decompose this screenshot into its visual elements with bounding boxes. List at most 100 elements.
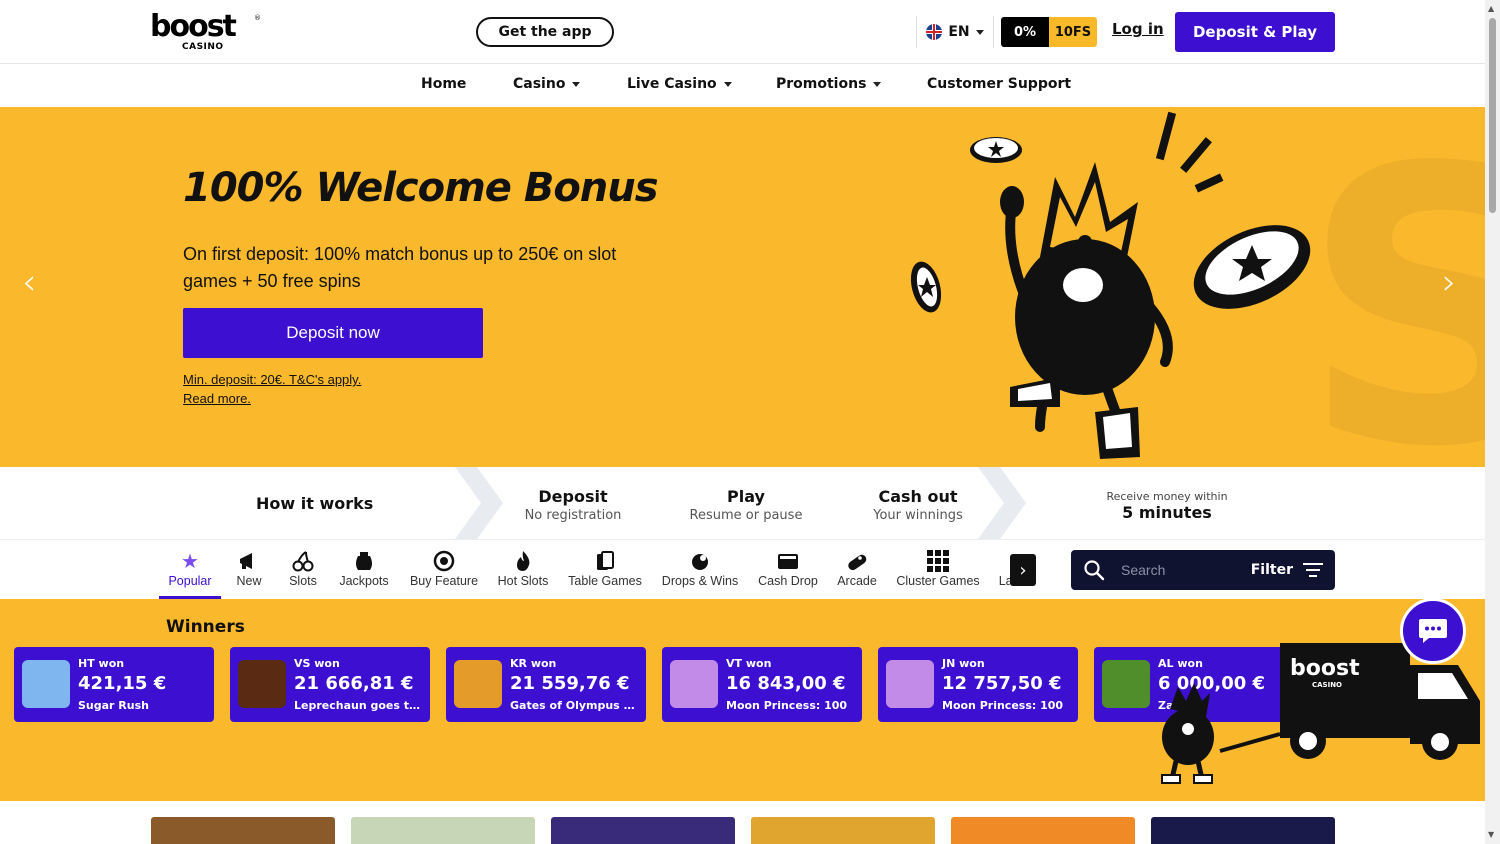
step-play: Play Resume or pause [686,487,806,523]
winner-game: Gates of Olympus Su... [510,699,638,712]
winner-game: Moon Princess: 100 [942,699,1064,712]
category-drops-wins[interactable]: Drops & Wins [659,548,741,588]
carousel-next-icon[interactable]: › [1442,262,1456,303]
step-deposit: Deposit No registration [513,487,633,523]
chevron-down-icon [572,81,581,87]
carousel-prev-icon[interactable]: ‹ [22,262,36,303]
category-arcade[interactable]: Arcade [834,548,880,588]
nav-live-casino-label: Live Casino [627,76,717,92]
chevron-down-icon [873,81,882,87]
category-popular[interactable]: ★ Popular [166,548,214,589]
game-tile[interactable] [351,817,535,844]
step-sub: Your winnings [873,508,963,523]
scroll-down-icon[interactable]: ▼ [1488,830,1494,839]
category-label: Cash Drop [758,574,818,588]
hero-description: On first deposit: 100% match bonus up to… [183,244,617,291]
winner-amount: 21 559,76 € [510,673,630,694]
category-hot-slots[interactable]: Hot Slots [495,548,551,588]
deposit-play-button[interactable]: Deposit & Play [1175,12,1335,52]
game-tile[interactable] [551,817,735,844]
category-label: Slots [289,574,317,588]
nav-promotions[interactable]: Promotions [776,76,882,92]
game-tile[interactable] [151,817,335,844]
chevron-right-icon[interactable]: › [1010,554,1036,586]
category-buy-feature[interactable]: Buy Feature [406,548,482,588]
uk-flag-icon [926,24,943,40]
scrollbar-thumb[interactable] [1489,18,1496,213]
login-link[interactable]: Log in [1112,20,1164,38]
category-jackpots[interactable]: Jackpots [336,548,392,588]
search-bar: Filter [1071,550,1335,590]
game-tile[interactable] [951,817,1135,844]
megaphone-icon [230,548,268,574]
category-label: New [236,574,262,588]
category-label: Arcade [837,574,877,588]
nav-home-label: Home [421,76,467,92]
nav-customer-support[interactable]: Customer Support [927,76,1071,92]
winner-card[interactable]: HT won 421,15 € Sugar Rush [14,647,214,722]
top-header: boost CASINO ® Get the app EN 0% 10FS Lo… [0,0,1485,64]
category-table-games[interactable]: Table Games [565,548,645,588]
winner-card[interactable]: VS won 21 666,81 € Leprechaun goes to ..… [230,647,430,722]
page-scrollbar[interactable]: ▲ ▼ [1485,0,1500,844]
hero-banner: S ‹ › 100% Welcome Bonus On first deposi… [0,107,1485,467]
star-icon: ★ [181,550,199,573]
filter-icon [1303,563,1323,577]
wallet-icon [756,548,820,574]
nav-home[interactable]: Home [421,76,466,92]
winner-card[interactable]: KR won 21 559,76 € Gates of Olympus Su..… [446,647,646,722]
search-input[interactable] [1121,562,1231,578]
chevron-down-icon [975,29,984,35]
truck-logo: boost [1290,656,1360,681]
nav-live-casino[interactable]: Live Casino [627,76,732,92]
filter-button[interactable]: Filter [1251,562,1323,578]
category-cluster-games[interactable]: Cluster Games [893,548,983,588]
bonus-percent: 0% [1001,17,1049,47]
winner-game: Leprechaun goes to ... [294,699,422,712]
gift-icon [659,548,741,574]
step-sub: No registration [524,508,622,523]
bonus-indicator[interactable]: 0% 10FS [1001,17,1097,47]
search-icon [1084,560,1105,581]
game-thumbnail [454,660,502,708]
winner-name: JN won [942,657,985,670]
game-thumbnail [238,660,286,708]
main-nav: Home Casino Live Casino Promotions Custo… [0,64,1485,107]
game-tile[interactable] [751,817,935,844]
boost-logo[interactable]: boost CASINO ® [150,9,261,54]
buy-icon [406,548,482,574]
deposit-now-button[interactable]: Deposit now [183,308,483,358]
game-thumbnail [22,660,70,708]
winner-card[interactable]: VT won 16 843,00 € Moon Princess: 100 [662,647,862,722]
winner-amount: 16 843,00 € [726,673,846,694]
get-app-button[interactable]: Get the app [476,17,614,47]
game-tile[interactable] [1151,817,1335,844]
game-thumbnail [886,660,934,708]
category-slots[interactable]: Slots [284,548,322,588]
gamepad-icon [834,548,880,574]
language-selector[interactable]: EN [916,16,994,48]
mascot-illustration [910,111,1311,459]
nav-casino[interactable]: Casino [513,76,581,92]
category-bar: ★ Popular New Slots Jackpots Buy Feature… [0,539,1485,599]
filter-label: Filter [1250,562,1293,578]
category-label: Jackpots [339,574,389,588]
chat-button[interactable] [1400,598,1466,664]
scroll-up-icon[interactable]: ▲ [1488,4,1494,13]
how-it-works-strip: How it works Deposit No registration Pla… [0,467,1485,539]
terms-link[interactable]: Min. deposit: 20€. T&C's apply. [183,372,361,387]
category-label: Table Games [568,574,642,588]
nav-promotions-label: Promotions [776,76,867,92]
step-sub: Resume or pause [689,508,803,523]
read-more-link[interactable]: Read more. [183,391,251,406]
hero-title: 100% Welcome Bonus [183,165,659,211]
logo-wordmark: boost [150,9,237,44]
moneybag-icon [336,548,392,574]
nav-support-label: Customer Support [927,76,1072,92]
category-new[interactable]: New [230,548,268,588]
truck-logo-sub: CASINO [1312,681,1342,689]
winner-name: KR won [510,657,557,670]
step-receive: Receive money within 5 minutes [1097,488,1237,522]
winner-card[interactable]: JN won 12 757,50 € Moon Princess: 100 [878,647,1078,722]
category-cash-drop[interactable]: Cash Drop [756,548,820,588]
